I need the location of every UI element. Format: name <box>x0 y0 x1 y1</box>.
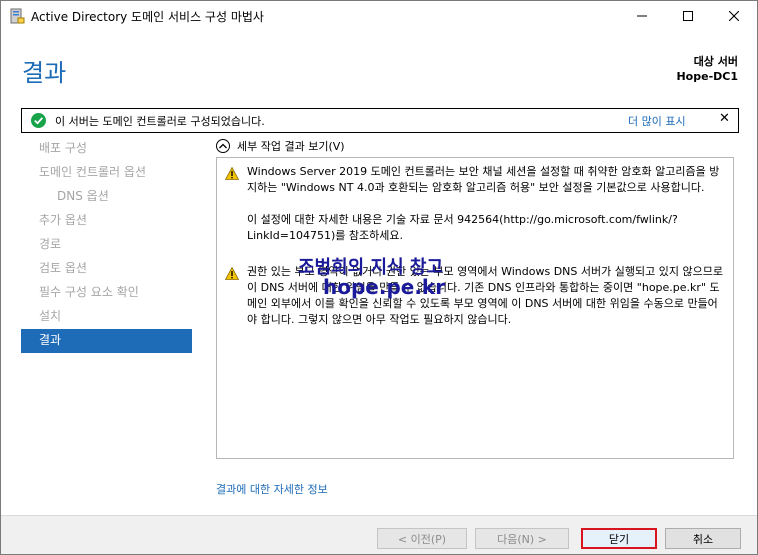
results-details-box[interactable]: Windows Server 2019 도메인 컨트롤러는 보안 채널 세션을 … <box>216 157 734 459</box>
maximize-icon <box>683 11 693 21</box>
details-toggle[interactable]: 세부 작업 결과 보기(V) <box>216 138 345 154</box>
status-message: 이 서버는 도메인 컨트롤러로 구성되었습니다. <box>55 115 265 128</box>
previous-button[interactable]: < 이전(P) <box>377 528 467 549</box>
nav-item-paths[interactable]: 경로 <box>21 233 192 257</box>
wizard-window: Active Directory 도메인 서비스 구성 마법사 결과 대상 서버… <box>0 0 758 555</box>
maximize-button[interactable] <box>665 1 711 31</box>
dismiss-banner-button[interactable]: ✕ <box>719 111 730 126</box>
result-message: 권한 있는 부모 영역이 없거나 권한 있는 부모 영역에서 Windows D… <box>224 264 725 328</box>
window-title: Active Directory 도메인 서비스 구성 마법사 <box>31 10 264 24</box>
cancel-button[interactable]: 취소 <box>665 528 741 549</box>
success-check-icon <box>31 113 46 128</box>
chevron-up-icon <box>216 139 230 153</box>
status-banner: 이 서버는 도메인 컨트롤러로 구성되었습니다. 더 많이 표시 ✕ <box>21 108 739 133</box>
nav-item-deployment-config[interactable]: 배포 구성 <box>21 137 192 161</box>
nav-item-prerequisites-check[interactable]: 필수 구성 요소 확인 <box>21 281 192 305</box>
result-message-paragraph: Windows Server 2019 도메인 컨트롤러는 보안 채널 세션을 … <box>247 165 720 194</box>
title-bar[interactable]: Active Directory 도메인 서비스 구성 마법사 <box>1 1 757 31</box>
result-message-paragraph: 권한 있는 부모 영역이 없거나 권한 있는 부모 영역에서 Windows D… <box>247 265 723 326</box>
minimize-button[interactable] <box>619 1 665 31</box>
nav-item-results[interactable]: 결과 <box>21 329 192 353</box>
result-message-text: Windows Server 2019 도메인 컨트롤러는 보안 채널 세션을 … <box>247 164 725 244</box>
details-toggle-label: 세부 작업 결과 보기(V) <box>237 140 345 153</box>
close-button[interactable]: 닫기 <box>581 528 657 549</box>
result-message-paragraph: 이 설정에 대한 자세한 내용은 기술 자료 문서 942564(http://… <box>247 213 678 242</box>
page-title: 결과 <box>22 59 67 87</box>
target-server-label: 대상 서버 <box>693 55 738 68</box>
result-message-text: 권한 있는 부모 영역이 없거나 권한 있는 부모 영역에서 Windows D… <box>247 264 725 328</box>
close-icon <box>729 11 739 21</box>
nav-item-additional-options[interactable]: 추가 옵션 <box>21 209 192 233</box>
show-more-link[interactable]: 더 많이 표시 <box>628 113 686 129</box>
close-window-button[interactable] <box>711 1 757 31</box>
warning-icon <box>224 265 240 280</box>
nav-item-review-options[interactable]: 검토 옵션 <box>21 257 192 281</box>
minimize-icon <box>637 15 647 17</box>
nav-item-dns-options[interactable]: DNS 옵션 <box>21 185 192 209</box>
button-bar: < 이전(P) 다음(N) > 닫기 취소 <box>1 515 757 554</box>
server-manager-icon <box>9 8 25 24</box>
result-message: Windows Server 2019 도메인 컨트롤러는 보안 채널 세션을 … <box>224 164 725 244</box>
wizard-steps-nav: 배포 구성 도메인 컨트롤러 옵션 DNS 옵션 추가 옵션 경로 검토 옵션 … <box>21 137 192 353</box>
next-button[interactable]: 다음(N) > <box>475 528 569 549</box>
target-server-name: Hope-DC1 <box>676 70 738 83</box>
nav-item-dc-options[interactable]: 도메인 컨트롤러 옵션 <box>21 161 192 185</box>
more-info-link[interactable]: 결과에 대한 자세한 정보 <box>216 481 328 497</box>
nav-item-installation[interactable]: 설치 <box>21 305 192 329</box>
warning-icon <box>224 165 240 180</box>
